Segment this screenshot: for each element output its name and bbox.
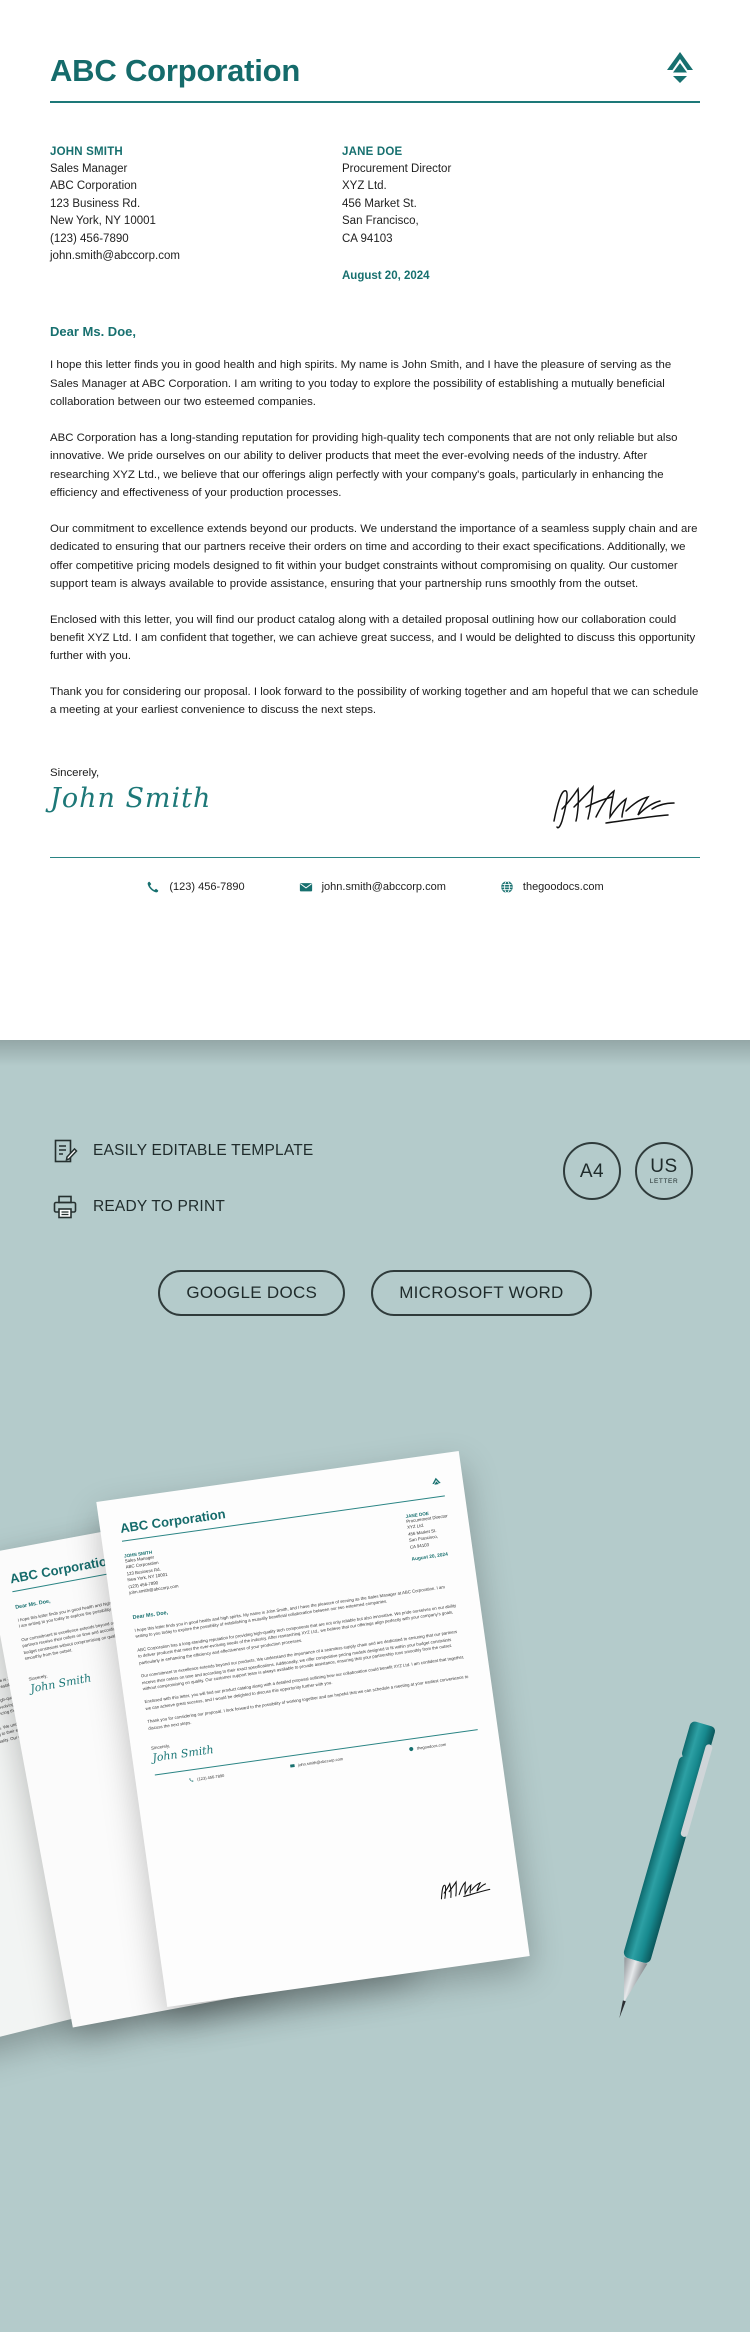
address-block: JOHN SMITH Sales Manager ABC Corporation… (50, 146, 700, 282)
feature-list: EASILY EDITABLE TEMPLATE READY TO PRINT (52, 1138, 313, 1250)
globe-icon (409, 1746, 414, 1751)
signature-row: John Smith (50, 779, 700, 857)
footer-contact-row: (123) 456-7890 john.smith@abccorp.com th… (50, 880, 700, 894)
mini-date: August 20, 2024 (411, 1552, 449, 1563)
header-divider (50, 101, 700, 103)
mockup-mini-letter: ABC Corporation JOHN SMITH Sales Manager… (96, 1451, 529, 2007)
feature-editable: EASILY EDITABLE TEMPLATE (52, 1138, 313, 1164)
sender-line: 123 Business Rd. (50, 197, 141, 210)
letter-date: August 20, 2024 (342, 270, 430, 283)
chevron-badge-logo-icon (667, 52, 693, 83)
sender-line: john.smith@abccorp.com (50, 250, 180, 263)
section-shadow (0, 1040, 750, 1066)
badge-a4: A4 (563, 1142, 621, 1200)
feature-label: EASILY EDITABLE TEMPLATE (93, 1142, 314, 1159)
feature-printable: READY TO PRINT (52, 1194, 313, 1220)
letterhead: ABC Corporation (44, 48, 706, 88)
printer-icon (53, 1195, 77, 1219)
app-compatibility-group: GOOGLE DOCS MICROSOFT WORD (0, 1270, 750, 1316)
mini-contact-email-text: john.smith@abccorp.com (297, 1756, 344, 1768)
footer-divider (50, 856, 700, 859)
mini-contact-phone: (123) 456-7890 (189, 1773, 225, 1783)
phone-icon (148, 882, 159, 893)
salutation: Dear Ms. Doe, (50, 324, 136, 340)
globe-icon (501, 881, 513, 894)
badge-us-label: US (650, 1156, 678, 1177)
signature-name: John Smith (50, 782, 212, 814)
contact-phone[interactable]: (123) 456-7890 (146, 880, 245, 894)
contact-email[interactable]: john.smith@abccorp.com (299, 880, 446, 894)
letter-document: ABC Corporation JOHN SMITH Sales Manager… (0, 0, 750, 1060)
envelope-icon (290, 1763, 296, 1768)
chevron-badge-logo-icon (432, 1477, 441, 1485)
recipient-line: XYZ Ltd. (342, 180, 387, 193)
body-paragraph: I hope this letter finds you in good hea… (50, 359, 672, 409)
mini-brand-title: ABC Corporation (119, 1506, 227, 1536)
mockup-sheet-front: ABC Corporation JOHN SMITH Sales Manager… (96, 1451, 530, 2007)
recipient-line: San Francisco, (342, 215, 419, 228)
recipient-line: CA 94103 (342, 232, 393, 245)
body-paragraph: Enclosed with this letter, you will find… (50, 613, 696, 663)
mini-contact-website: thegoodocs.com (409, 1741, 447, 1752)
handwritten-signature-icon (440, 1880, 491, 1900)
envelope-icon (299, 883, 312, 892)
sender-line: ABC Corporation (50, 180, 137, 193)
edit-document-icon (54, 1139, 78, 1163)
mini-contact-phone-text: (123) 456-7890 (196, 1772, 225, 1782)
promo-section: EASILY EDITABLE TEMPLATE READY TO PRINT … (0, 1040, 750, 2332)
pill-google-docs[interactable]: GOOGLE DOCS (158, 1270, 346, 1316)
contact-email-text: john.smith@abccorp.com (321, 881, 446, 894)
page-title: ABC Corporation (50, 52, 301, 88)
pill-microsoft-word[interactable]: MICROSOFT WORD (371, 1270, 592, 1316)
body-paragraph: ABC Corporation has a long-standing repu… (50, 431, 678, 500)
body-paragraph: Thank you for considering our proposal. … (50, 685, 699, 717)
contact-phone-text: (123) 456-7890 (169, 881, 245, 894)
recipient-line: 456 Market St. (342, 197, 417, 210)
mini-recipient: JANE DOE Procurement Director XYZ Ltd. 4… (405, 1508, 453, 1563)
document-mockup: ABC Corporation JOHN SMITH Sales Manager… (0, 1430, 750, 2330)
handwritten-signature-icon (553, 784, 675, 829)
badge-us-sub-label: LETTER (649, 1178, 679, 1185)
sender-line: (123) 456-7890 (50, 232, 129, 245)
body-paragraph: Our commitment to excellence extends bey… (50, 522, 698, 591)
sender-line: New York, NY 10001 (50, 215, 156, 228)
recipient-line: Procurement Director (342, 163, 452, 175)
contact-website[interactable]: thegoodocs.com (500, 880, 604, 894)
sender-address: JOHN SMITH Sales Manager ABC Corporation… (50, 146, 342, 282)
letter-body: I hope this letter finds you in good hea… (50, 356, 700, 720)
sender-line: Sales Manager (50, 163, 128, 175)
template-preview-page: ABC Corporation JOHN SMITH Sales Manager… (0, 0, 750, 2332)
sender-name: JOHN SMITH (50, 146, 123, 158)
contact-website-text: thegoodocs.com (522, 881, 604, 894)
mini-sender: JOHN SMITH Sales Manager ABC Corporation… (124, 1547, 180, 1602)
badge-us-letter: US LETTER (635, 1142, 693, 1200)
recipient-name: JANE DOE (342, 146, 403, 158)
feature-label: READY TO PRINT (93, 1198, 225, 1215)
format-badge-group: A4 US LETTER (563, 1142, 693, 1200)
badge-a4-label: A4 (579, 1160, 605, 1182)
phone-icon (189, 1778, 194, 1782)
mini-contact-website-text: thegoodocs.com (416, 1741, 447, 1751)
recipient-address: JANE DOE Procurement Director XYZ Ltd. 4… (342, 146, 602, 282)
mini-contact-email: john.smith@abccorp.com (290, 1756, 343, 1768)
pen-illustration-icon (619, 1721, 716, 2019)
